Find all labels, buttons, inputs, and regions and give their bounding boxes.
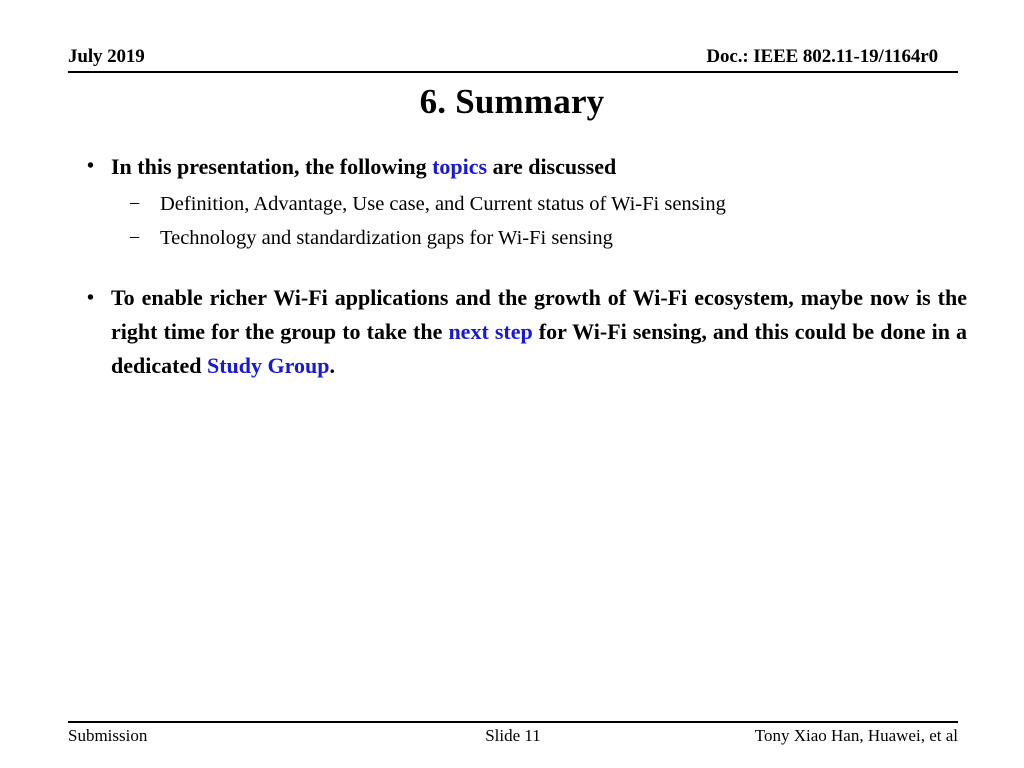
page-title: 6. Summary <box>419 82 605 121</box>
slide-header: July 2019 Doc.: IEEE 802.11-19/1164r0 <box>68 38 958 73</box>
header-row: July 2019 Doc.: IEEE 802.11-19/1164r0 <box>68 38 958 68</box>
footer-divider <box>68 721 958 723</box>
sub-bullet-item-2: − Technology and standardization gaps for… <box>129 221 942 255</box>
slide-canvas: July 2019 Doc.: IEEE 802.11-19/1164r0 6.… <box>0 0 1024 768</box>
bullet-1-highlight: topics <box>432 154 488 179</box>
sub-bullet-2-label: Technology and standardization gaps for … <box>160 227 613 249</box>
bullet-2-part-3: . <box>329 353 335 378</box>
slide-footer: Submission Slide 11 Tony Xiao Han, Huawe… <box>68 726 958 752</box>
bullet-marker-icon: • <box>87 287 95 309</box>
footer-author: Tony Xiao Han, Huawei, et al <box>754 726 958 745</box>
bullet-2-highlight-2: Study Group <box>206 353 330 378</box>
bullet-marker-icon: • <box>87 155 95 177</box>
slide-body: • In this presentation, the following top… <box>82 152 967 383</box>
header-divider <box>68 71 958 73</box>
bullet-1-text-before: In this presentation, the following <box>111 154 433 179</box>
header-document-id: Doc.: IEEE 802.11-19/1164r0 <box>706 46 938 67</box>
sub-bullet-list: − Definition, Advantage, Use case, and Cu… <box>82 187 942 255</box>
sub-bullet-1-label: Definition, Advantage, Use case, and Cur… <box>160 193 726 215</box>
bullet-item-1: • In this presentation, the following top… <box>82 152 942 181</box>
header-date: July 2019 <box>68 46 145 67</box>
bullet-item-2: • To enable richer Wi-Fi applications and… <box>82 281 967 383</box>
bullet-1-text-after: are discussed <box>487 154 617 179</box>
dash-marker-icon: − <box>129 227 141 249</box>
bullet-2-highlight-1: next step <box>448 319 533 344</box>
dash-marker-icon: − <box>129 193 141 215</box>
sub-bullet-item-1: − Definition, Advantage, Use case, and Cu… <box>129 187 942 221</box>
